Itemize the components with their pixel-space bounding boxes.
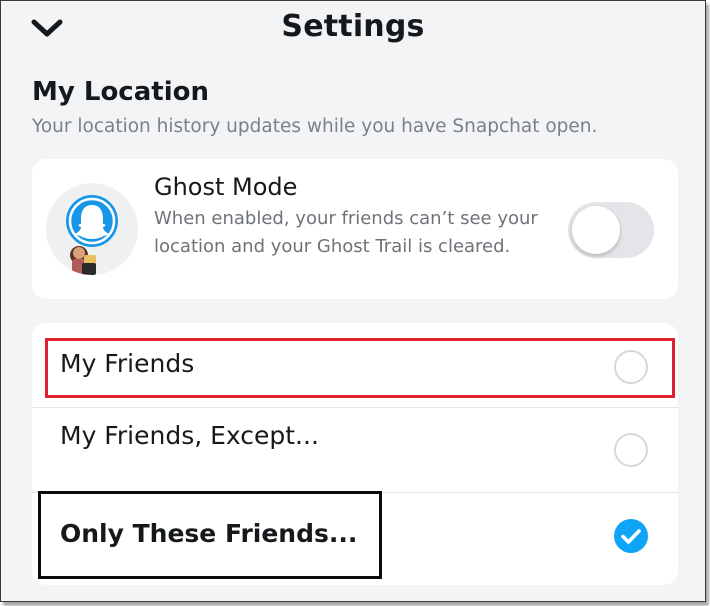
radio-only-these-friends[interactable]: [614, 519, 648, 553]
toggle-knob: [572, 206, 620, 254]
option-my-friends[interactable]: My Friends: [32, 323, 678, 407]
page-title: Settings: [281, 9, 425, 44]
snapchat-ghost-bitmoji-icon: [66, 195, 118, 275]
option-label: Only These Friends...: [60, 519, 358, 548]
checkmark-icon: [621, 529, 641, 544]
option-my-friends-except[interactable]: My Friends, Except...: [32, 408, 678, 492]
option-only-these-friends[interactable]: Only These Friends...: [32, 493, 678, 577]
option-label: My Friends: [60, 349, 195, 378]
section-title: My Location: [32, 77, 209, 107]
screenshot-frame: Settings My Location Your location histo…: [0, 0, 706, 602]
radio-my-friends[interactable]: [614, 350, 648, 384]
section-subtitle: Your location history updates while you …: [32, 116, 598, 137]
ghost-mode-title: Ghost Mode: [154, 173, 298, 201]
ghost-mode-description: When enabled, your friends can’t see you…: [154, 208, 538, 257]
avatar: [46, 183, 138, 275]
ghost-mode-toggle[interactable]: [568, 202, 654, 258]
option-label: My Friends, Except...: [60, 421, 319, 450]
location-sharing-options: My Friends My Friends, Except... Only Th…: [32, 323, 678, 585]
radio-my-friends-except[interactable]: [614, 433, 648, 467]
ghost-mode-card: Ghost Mode When enabled, your friends ca…: [32, 159, 678, 299]
header: Settings: [1, 1, 705, 61]
